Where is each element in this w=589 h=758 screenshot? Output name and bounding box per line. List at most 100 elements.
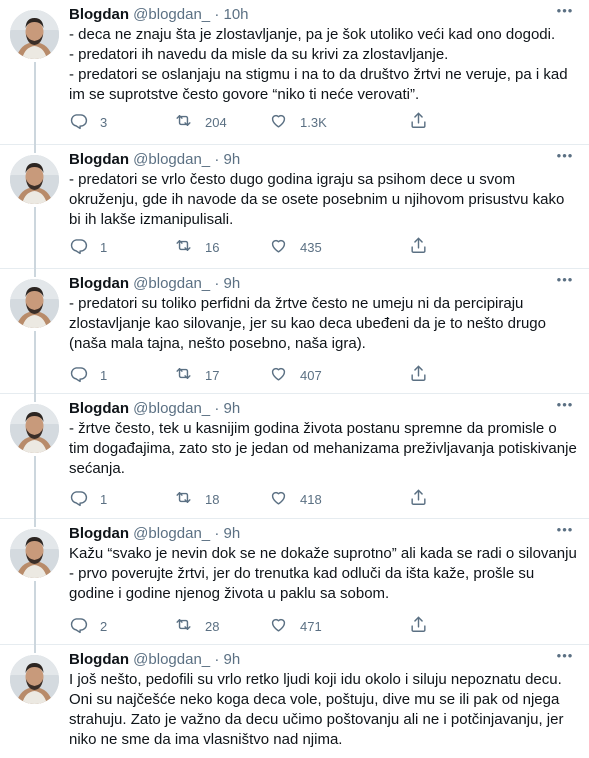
tweet[interactable]: Blogdan @blogdan_ · 9h ••• - predatori se … <box>0 145 589 269</box>
thread-connector <box>34 207 36 277</box>
heart-icon <box>269 488 288 510</box>
tweet-header: Blogdan @blogdan_ · 9h <box>69 399 240 419</box>
like-count: 407 <box>300 367 322 383</box>
more-icon[interactable]: ••• <box>555 523 575 539</box>
retweet-count: 17 <box>205 367 220 383</box>
tweet-text: Kažu “svako je nevin dok se ne dokaže su… <box>69 544 577 604</box>
tweet-text-line: im se suprotstve često govore “niko ti n… <box>69 86 420 103</box>
reply-icon <box>69 615 88 637</box>
timestamp[interactable]: 9h <box>223 651 240 668</box>
tweet[interactable]: Blogdan @blogdan_ · 9h ••• Kažu “svako je … <box>0 519 589 645</box>
tweet-text-line: (naša mala tajna, nešto posebno, naša ig… <box>69 335 366 352</box>
avatar[interactable] <box>10 655 59 704</box>
reply-button[interactable]: 1 <box>69 489 107 509</box>
reply-button[interactable]: 1 <box>69 365 107 385</box>
share-button[interactable] <box>409 237 428 257</box>
like-button[interactable]: 407 <box>269 365 322 385</box>
like-button[interactable]: 435 <box>269 237 322 257</box>
display-name[interactable]: Blogdan <box>69 275 129 292</box>
tweet-text-line: - prvo poverujte žrtvi, jer do trenutka … <box>69 565 535 582</box>
tweet-text-line: tim događajima, zato sto je jedan od meh… <box>69 440 577 457</box>
like-button[interactable]: 1.3K <box>269 112 327 132</box>
share-icon <box>409 364 428 386</box>
display-name[interactable]: Blogdan <box>69 525 129 542</box>
tweet-text: - predatori se vrlo često dugo godina ig… <box>69 170 574 230</box>
tweet-text-line: zlostavljanje kao silovanje, jer su kao … <box>69 315 546 332</box>
separator-dot: · <box>214 651 220 668</box>
user-handle[interactable]: @blogdan_ <box>133 275 210 292</box>
reply-button[interactable]: 3 <box>69 112 107 132</box>
display-name[interactable]: Blogdan <box>69 151 129 168</box>
like-button[interactable]: 418 <box>269 489 322 509</box>
tweet-header: Blogdan @blogdan_ · 9h <box>69 650 240 670</box>
share-button[interactable] <box>409 365 428 385</box>
retweet-icon <box>174 364 193 386</box>
timestamp[interactable]: 9h <box>223 525 240 542</box>
separator-dot: · <box>214 400 220 417</box>
retweet-button[interactable]: 16 <box>174 237 219 257</box>
tweet-text-line: bi ih lakše izmanipulisali. <box>69 211 234 228</box>
more-icon[interactable]: ••• <box>555 398 575 414</box>
tweet-text: - deca ne znaju šta je zlostavljanje, pa… <box>69 25 574 105</box>
share-button[interactable] <box>409 112 428 132</box>
retweet-button[interactable]: 28 <box>174 616 219 636</box>
tweet-text-line: - predatori se oslanjaju na stigmu i na … <box>69 66 568 83</box>
retweet-button[interactable]: 17 <box>174 365 219 385</box>
retweet-button[interactable]: 204 <box>174 112 227 132</box>
tweet[interactable]: Blogdan @blogdan_ · 9h ••• - žrtve često, … <box>0 394 589 519</box>
share-button[interactable] <box>409 616 428 636</box>
reply-count: 1 <box>100 239 108 255</box>
tweet-text-line: niko ne sme da ima vlasništvo nad njima. <box>69 731 343 748</box>
retweet-icon <box>174 111 193 133</box>
user-handle[interactable]: @blogdan_ <box>133 651 210 668</box>
display-name[interactable]: Blogdan <box>69 400 129 417</box>
tweet-text-line: - deca ne znaju šta je zlostavljanje, pa… <box>69 26 556 43</box>
tweet-actions: 1 16 435 <box>69 237 499 257</box>
tweet-text-line: Kažu “svako je nevin dok se ne dokaže su… <box>69 545 577 562</box>
more-icon[interactable]: ••• <box>555 649 575 665</box>
reply-icon <box>69 111 88 133</box>
reply-button[interactable]: 1 <box>69 237 107 257</box>
display-name[interactable]: Blogdan <box>69 651 129 668</box>
tweet-text-line: - predatori se vrlo često dugo godina ig… <box>69 171 516 188</box>
timestamp[interactable]: 9h <box>223 151 240 168</box>
retweet-count: 16 <box>205 239 220 255</box>
heart-icon <box>269 111 288 133</box>
share-icon <box>409 488 428 510</box>
user-handle[interactable]: @blogdan_ <box>133 6 210 23</box>
reply-button[interactable]: 2 <box>69 616 107 636</box>
avatar[interactable] <box>10 404 59 453</box>
avatar[interactable] <box>10 10 59 59</box>
more-icon[interactable]: ••• <box>555 4 575 20</box>
heart-icon <box>269 615 288 637</box>
timestamp[interactable]: 9h <box>223 275 240 292</box>
display-name[interactable]: Blogdan <box>69 6 129 23</box>
avatar[interactable] <box>10 155 59 204</box>
tweet[interactable]: Blogdan @blogdan_ · 9h ••• - predatori su … <box>0 269 589 394</box>
tweet-text: - žrtve često, tek u kasnijim godina živ… <box>69 419 577 479</box>
share-icon <box>409 111 428 133</box>
like-button[interactable]: 471 <box>269 616 322 636</box>
separator-dot: · <box>214 6 220 23</box>
reply-count: 1 <box>100 367 108 383</box>
heart-icon <box>269 364 288 386</box>
user-handle[interactable]: @blogdan_ <box>133 525 210 542</box>
tweet-text-line: - žrtve često, tek u kasnijim godina živ… <box>69 420 557 437</box>
timestamp[interactable]: 9h <box>223 400 240 417</box>
user-handle[interactable]: @blogdan_ <box>133 151 210 168</box>
tweet-header: Blogdan @blogdan_ · 9h <box>69 524 240 544</box>
tweet-header: Blogdan @blogdan_ · 9h <box>69 274 240 294</box>
retweet-button[interactable]: 18 <box>174 489 219 509</box>
reply-icon <box>69 488 88 510</box>
avatar[interactable] <box>10 279 59 328</box>
timestamp[interactable]: 10h <box>223 6 248 23</box>
retweet-count: 28 <box>205 618 220 634</box>
tweet[interactable]: Blogdan @blogdan_ · 9h ••• I još nešto, pe… <box>0 645 589 758</box>
share-button[interactable] <box>409 489 428 509</box>
more-icon[interactable]: ••• <box>555 273 575 289</box>
more-icon[interactable]: ••• <box>555 149 575 165</box>
tweet-text-line: sećanja. <box>69 460 125 477</box>
user-handle[interactable]: @blogdan_ <box>133 400 210 417</box>
tweet[interactable]: Blogdan @blogdan_ · 10h ••• - deca ne znaj… <box>0 0 589 145</box>
avatar[interactable] <box>10 529 59 578</box>
